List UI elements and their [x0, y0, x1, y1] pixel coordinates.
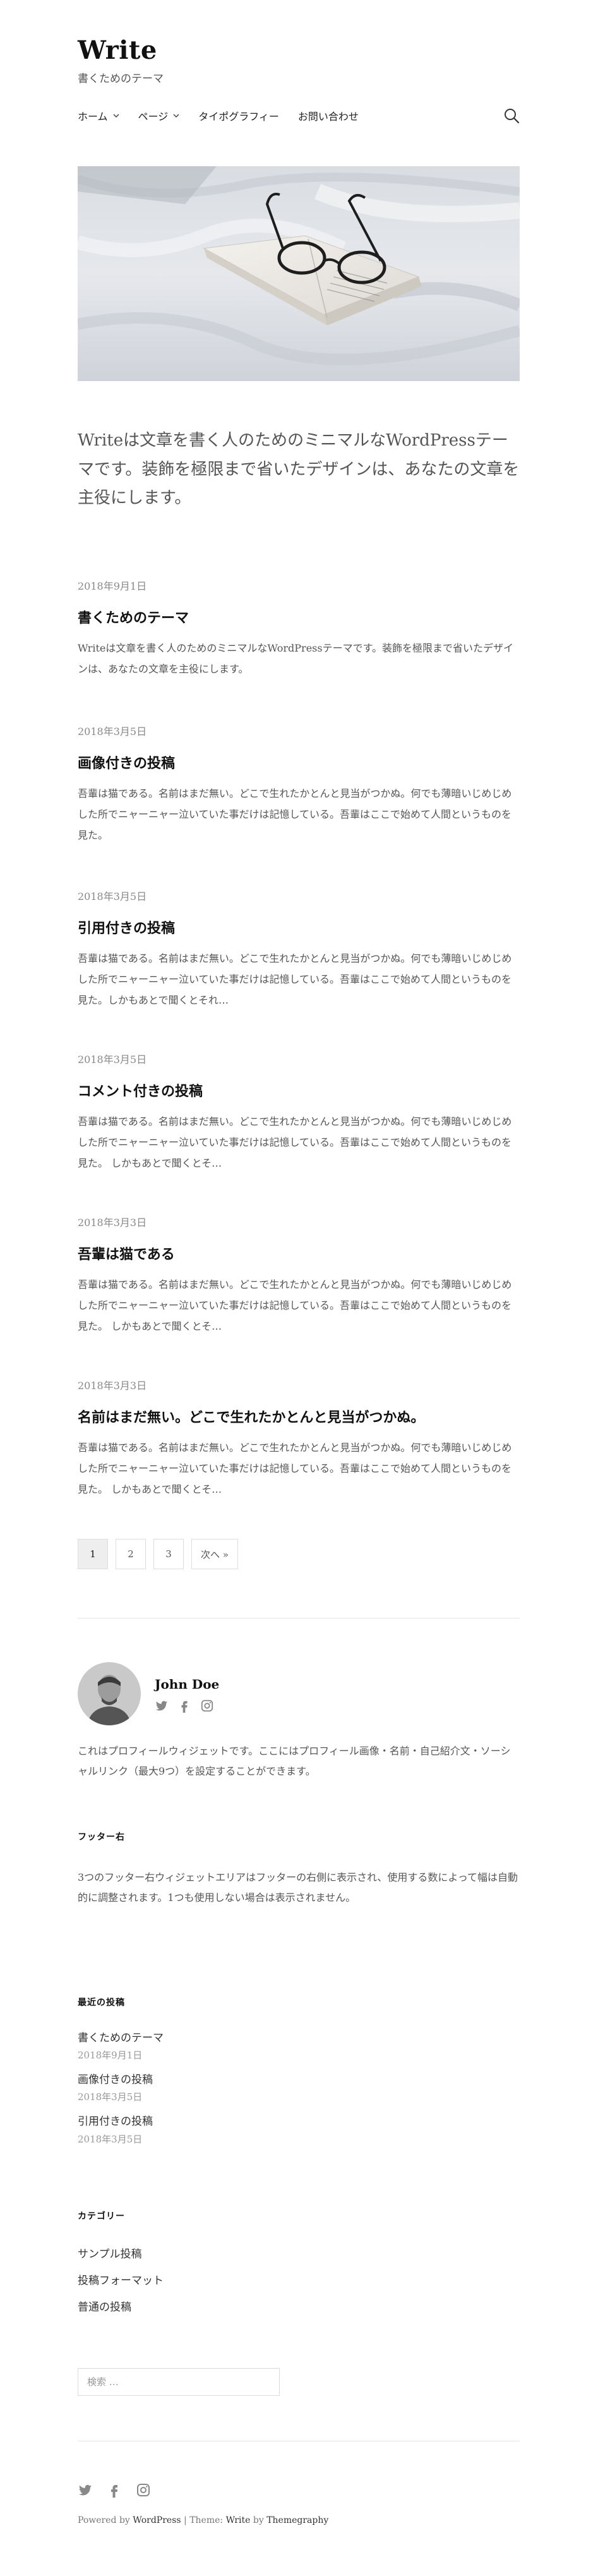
category-link[interactable]: サンプル投稿 — [78, 2241, 520, 2268]
facebook-icon[interactable] — [177, 1699, 191, 1713]
instagram-icon[interactable] — [200, 1699, 214, 1713]
category-link[interactable]: 投稿フォーマット — [78, 2268, 520, 2294]
footer-social-links — [78, 2482, 151, 2498]
nav-item-typography[interactable]: タイポグラフィー — [198, 108, 279, 123]
widget-text: 3つのフッター右ウィジェットエリアはフッターの右側に表示され、使用する数によって… — [78, 1871, 518, 1904]
search-input[interactable] — [78, 2368, 280, 2396]
book-glasses-photo — [78, 166, 520, 381]
credit-text: Powered by — [78, 2515, 133, 2525]
header-image — [78, 166, 520, 381]
avatar — [78, 1662, 141, 1725]
category-link[interactable]: 普通の投稿 — [78, 2294, 520, 2321]
search-icon — [505, 109, 520, 124]
nav-item-label: タイポグラフィー — [198, 111, 279, 123]
post-excerpt: 吾輩は猫である。名前はまだ無い。どこで生れたかとんと見当がつかぬ。何でも薄暗いじ… — [78, 1279, 512, 1332]
nav-item-contact[interactable]: お問い合わせ — [298, 108, 359, 123]
post-entry: 2018年3月3日 吾輩は猫である 吾輩は猫である。名前はまだ無い。どこで生れた… — [78, 1214, 520, 1337]
main-navigation: ホーム ページ タイポグラフィー お問い合わせ — [78, 107, 520, 124]
post-excerpt: 吾輩は猫である。名前はまだ無い。どこで生れたかとんと見当がつかぬ。何でも薄暗いじ… — [78, 1115, 512, 1169]
credit-separator: | — [181, 2515, 190, 2525]
post-date[interactable]: 2018年3月5日 — [78, 1051, 520, 1066]
post-excerpt: 吾輩は猫である。名前はまだ無い。どこで生れたかとんと見当がつかぬ。何でも薄暗いじ… — [78, 1442, 512, 1495]
profile-social-links — [155, 1699, 214, 1713]
recent-post-link[interactable]: 引用付きの投稿 — [78, 2113, 520, 2130]
divider — [78, 1618, 520, 1619]
widget-title: 最近の投稿 — [78, 1998, 125, 2008]
post-excerpt: 吾輩は猫である。名前はまだ無い。どこで生れたかとんと見当がつかぬ。何でも薄暗いじ… — [78, 952, 512, 1006]
next-page-link[interactable]: 次へ » — [191, 1539, 238, 1569]
categories-list: サンプル投稿 投稿フォーマット 普通の投稿 — [78, 2241, 520, 2321]
post-entry: 2018年3月5日 画像付きの投稿 吾輩は猫である。名前はまだ無い。どこで生れた… — [78, 723, 520, 846]
intro-text: Writeは文章を書く人のためのミニマルなWordPressテーマです。装飾を極… — [78, 431, 520, 507]
page-number-link[interactable]: 3 — [153, 1539, 184, 1569]
site-credit: Powered by WordPress | Theme: Write by T… — [78, 2515, 328, 2525]
post-date[interactable]: 2018年3月3日 — [78, 1377, 520, 1392]
page-number-current: 1 — [78, 1539, 108, 1569]
author-link[interactable]: Themegraphy — [266, 2515, 328, 2525]
post-title[interactable]: コメント付きの投稿 — [78, 1080, 520, 1100]
theme-link[interactable]: Write — [226, 2515, 251, 2525]
post-date[interactable]: 2018年3月5日 — [78, 723, 520, 738]
search-button[interactable] — [503, 107, 520, 124]
recent-post-date: 2018年3月5日 — [78, 2091, 143, 2103]
recent-post-link[interactable]: 画像付きの投稿 — [78, 2072, 520, 2089]
post-excerpt: Writeは文章を書く人のためのミニマルなWordPressテーマです。装飾を極… — [78, 642, 513, 675]
recent-posts-list: 書くためのテーマ 2018年9月1日 画像付きの投稿 2018年3月5日 引用付… — [78, 2030, 520, 2156]
post-date[interactable]: 2018年9月1日 — [78, 578, 520, 593]
post-entry: 2018年3月5日 引用付きの投稿 吾輩は猫である。名前はまだ無い。どこで生れた… — [78, 888, 520, 1011]
wordpress-link[interactable]: WordPress — [133, 2515, 181, 2525]
list-item: 画像付きの投稿 2018年3月5日 — [78, 2072, 520, 2103]
recent-post-date: 2018年3月5日 — [78, 2133, 143, 2145]
post-entry: 2018年9月1日 書くためのテーマ Writeは文章を書く人のためのミニマルな… — [78, 578, 520, 680]
post-date[interactable]: 2018年3月3日 — [78, 1214, 520, 1229]
post-date[interactable]: 2018年3月5日 — [78, 888, 520, 903]
page-number-link[interactable]: 2 — [116, 1539, 146, 1569]
nav-item-pages[interactable]: ページ — [138, 108, 180, 123]
site-title[interactable]: Write — [78, 35, 157, 65]
profile-name: John Doe — [155, 1677, 220, 1692]
post-title[interactable]: 画像付きの投稿 — [78, 752, 520, 772]
nav-item-label: ページ — [138, 111, 169, 123]
twitter-icon[interactable] — [78, 2482, 93, 2498]
widget-title: フッター右 — [78, 1832, 125, 1842]
widget-title: カテゴリー — [78, 2211, 125, 2221]
nav-item-home[interactable]: ホーム — [78, 108, 119, 123]
post-entry: 2018年3月5日 コメント付きの投稿 吾輩は猫である。名前はまだ無い。どこで生… — [78, 1051, 520, 1174]
pagination: 1 2 3 次へ » — [78, 1539, 238, 1569]
credit-text: by — [250, 2515, 267, 2525]
instagram-icon[interactable] — [136, 2482, 151, 2498]
profile-text: これはプロフィールウィジェットです。ここにはプロフィール画像・名前・自己紹介文・… — [78, 1745, 511, 1777]
post-title[interactable]: 吾輩は猫である — [78, 1243, 520, 1263]
recent-post-date: 2018年9月1日 — [78, 2050, 143, 2062]
list-item: 引用付きの投稿 2018年3月5日 — [78, 2113, 520, 2145]
nav-item-label: ホーム — [78, 111, 108, 123]
post-title[interactable]: 名前はまだ無い。どこで生れたかとんと見当がつかぬ。 — [78, 1406, 520, 1426]
chevron-down-icon — [173, 113, 179, 118]
chevron-down-icon — [113, 113, 119, 118]
recent-post-link[interactable]: 書くためのテーマ — [78, 2030, 520, 2047]
list-item: 書くためのテーマ 2018年9月1日 — [78, 2030, 520, 2062]
credit-text: Theme: — [189, 2515, 226, 2525]
facebook-icon[interactable] — [107, 2482, 122, 2498]
twitter-icon[interactable] — [155, 1699, 169, 1713]
site-description: 書くためのテーマ — [78, 73, 164, 85]
nav-item-label: お問い合わせ — [297, 111, 359, 123]
post-excerpt: 吾輩は猫である。名前はまだ無い。どこで生れたかとんと見当がつかぬ。何でも薄暗いじ… — [78, 787, 512, 841]
post-title[interactable]: 引用付きの投稿 — [78, 917, 520, 937]
post-title[interactable]: 書くためのテーマ — [78, 607, 520, 627]
post-entry: 2018年3月3日 名前はまだ無い。どこで生れたかとんと見当がつかぬ。 吾輩は猫… — [78, 1377, 520, 1500]
